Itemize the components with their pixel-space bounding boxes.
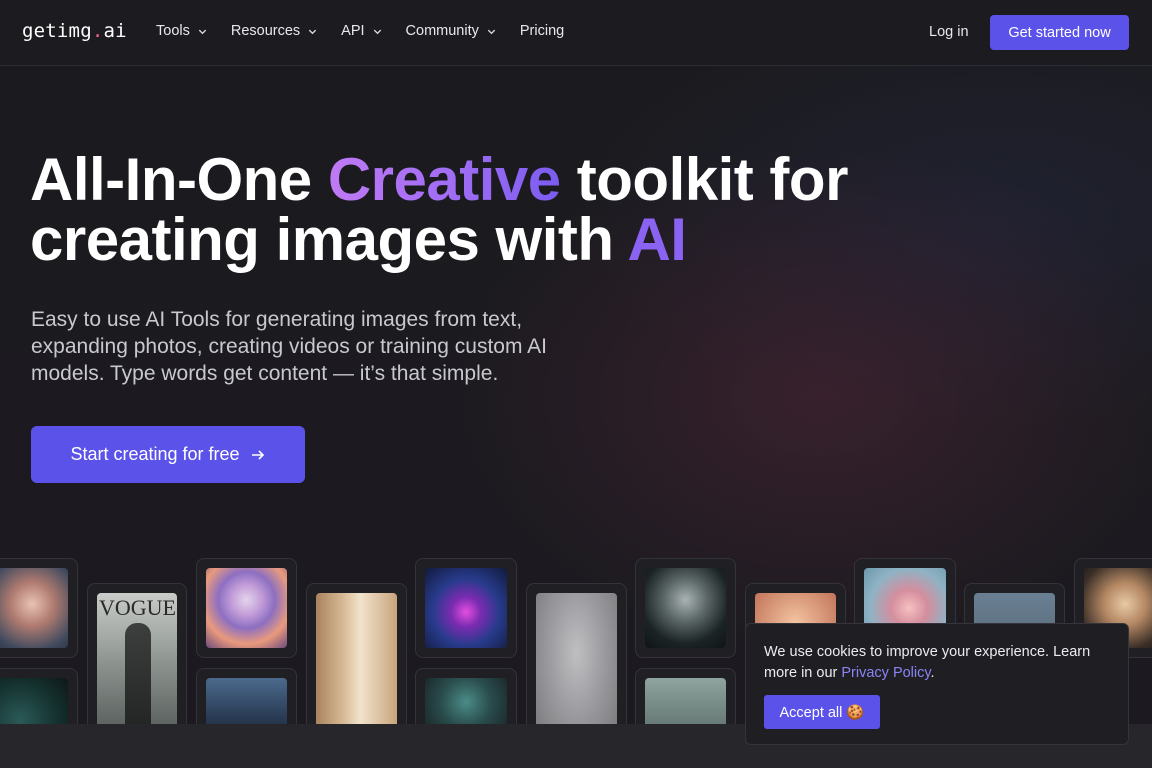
accept-all-button[interactable]: Accept all 🍪 bbox=[764, 695, 880, 729]
statue-silhouette bbox=[125, 623, 151, 724]
gallery-card[interactable] bbox=[196, 558, 297, 658]
start-button-label: Start creating for free bbox=[70, 444, 240, 464]
nav-item-community[interactable]: Community bbox=[406, 23, 497, 39]
gallery-card[interactable] bbox=[0, 558, 78, 658]
gallery-card[interactable] bbox=[0, 668, 78, 724]
nav-item-label: Community bbox=[405, 23, 479, 39]
nav-item-pricing[interactable]: Pricing bbox=[520, 23, 564, 39]
cookie-text-after: . bbox=[930, 665, 935, 681]
gallery-image-vogue-cover: VOGUE bbox=[97, 593, 177, 724]
privacy-policy-link[interactable]: Privacy Policy bbox=[841, 665, 930, 681]
nav-item-label: Pricing bbox=[519, 23, 565, 39]
login-link[interactable]: Log in bbox=[929, 24, 969, 40]
cookie-banner: We use cookies to improve your experienc… bbox=[745, 623, 1129, 745]
gallery-image-blue-scene bbox=[206, 678, 287, 724]
cookie-text: We use cookies to improve your experienc… bbox=[764, 642, 1110, 684]
nav-item-label: API bbox=[341, 23, 365, 39]
gallery-card[interactable] bbox=[635, 668, 736, 724]
chevron-down-icon bbox=[198, 29, 207, 34]
logo-main: getimg bbox=[22, 20, 92, 42]
gallery-image-interior bbox=[316, 593, 397, 724]
chevron-down-icon bbox=[373, 29, 381, 34]
gallery-image-portrait-woman bbox=[0, 568, 68, 648]
nav-item-label: Tools bbox=[156, 23, 190, 39]
hero-subtitle: Easy to use AI Tools for generating imag… bbox=[31, 308, 547, 385]
headline-highlight-ai: AI bbox=[627, 206, 687, 273]
gallery-card[interactable] bbox=[306, 583, 407, 724]
nav-item-resources[interactable]: Resources bbox=[231, 23, 318, 39]
gallery-card[interactable] bbox=[415, 668, 517, 724]
gallery-image-alien bbox=[645, 568, 726, 648]
vogue-text: VOGUE bbox=[99, 595, 176, 620]
hero-headline: All-In-One Creative toolkit for creating… bbox=[30, 150, 930, 270]
chevron-down-icon bbox=[308, 29, 317, 34]
chevron-down-icon bbox=[487, 29, 496, 34]
top-navbar: getimg.ai Tools Resources API Community … bbox=[0, 0, 1152, 66]
nav-menu: Tools Resources API Community Pricing bbox=[156, 23, 587, 39]
gallery-image-glass-sphere bbox=[206, 568, 287, 648]
gallery-card[interactable] bbox=[415, 558, 517, 658]
gallery-card[interactable]: VOGUE bbox=[87, 583, 187, 724]
gallery-image-wire-sketch bbox=[536, 593, 617, 724]
gallery-card[interactable] bbox=[526, 583, 627, 724]
logo-dot: . bbox=[91, 20, 104, 42]
gallery-image-misty-figure bbox=[645, 678, 726, 724]
headline-highlight-creative: Creative bbox=[327, 146, 561, 213]
gallery-image-dark-figure bbox=[0, 678, 68, 724]
gallery-card[interactable] bbox=[196, 668, 297, 724]
gallery-image-face-closeup bbox=[425, 678, 507, 724]
logo-suffix: ai bbox=[103, 20, 127, 42]
gallery-card[interactable] bbox=[635, 558, 736, 658]
nav-item-api[interactable]: API bbox=[341, 23, 382, 39]
arrow-right-icon bbox=[251, 449, 264, 460]
logo[interactable]: getimg.ai bbox=[22, 20, 127, 42]
start-creating-button[interactable]: Start creating for free bbox=[31, 426, 305, 483]
get-started-button[interactable]: Get started now bbox=[990, 15, 1129, 50]
gallery-image-neon-robot bbox=[425, 568, 507, 648]
headline-part: All-In-One bbox=[30, 146, 328, 213]
nav-item-label: Resources bbox=[230, 23, 301, 39]
nav-item-tools[interactable]: Tools bbox=[156, 23, 208, 39]
